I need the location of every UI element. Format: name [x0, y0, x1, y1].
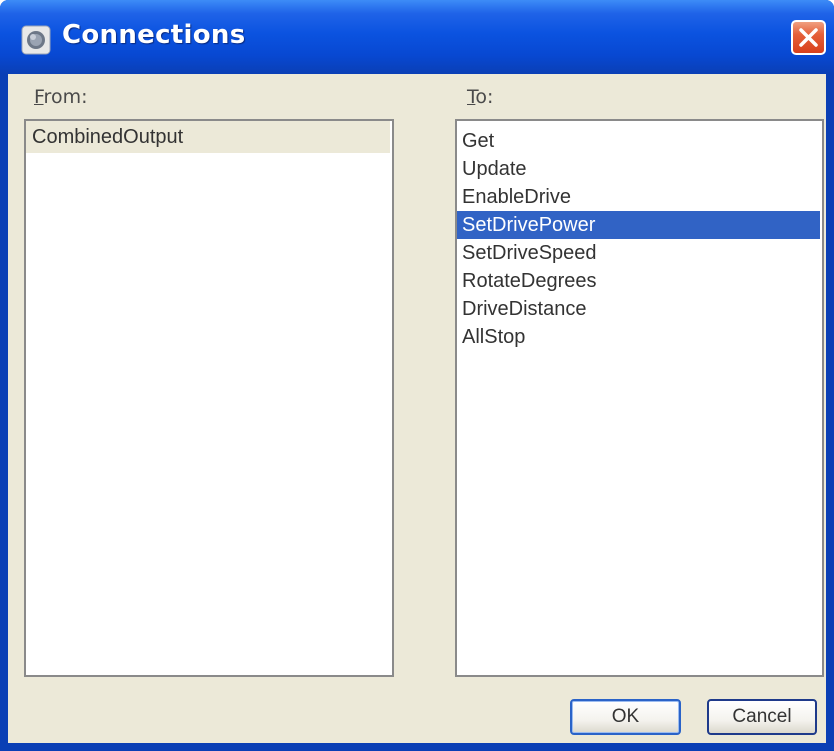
close-icon: [799, 28, 818, 47]
to-list-item-rotatedegrees[interactable]: RotateDegrees: [457, 267, 820, 295]
to-label: To:: [467, 86, 494, 108]
from-listbox[interactable]: CombinedOutput: [24, 119, 394, 677]
cancel-button[interactable]: Cancel: [707, 699, 817, 735]
from-label: From:: [34, 86, 88, 108]
from-list-item[interactable]: CombinedOutput: [26, 121, 390, 153]
ok-button[interactable]: OK: [570, 699, 681, 735]
window-title: Connections: [62, 20, 246, 50]
dialog-body: From: CombinedOutput To: Get Update Enab…: [8, 74, 826, 743]
to-listbox[interactable]: Get Update EnableDrive SetDrivePower Set…: [455, 119, 824, 677]
to-list-item-get[interactable]: Get: [457, 127, 820, 155]
to-list-item-drivedistance[interactable]: DriveDistance: [457, 295, 820, 323]
to-list-item-setdrivepower[interactable]: SetDrivePower: [457, 211, 820, 239]
to-list-item-enabledrive[interactable]: EnableDrive: [457, 183, 820, 211]
gear-icon: [21, 25, 51, 55]
title-bar[interactable]: Connections: [0, 0, 834, 74]
close-button[interactable]: [791, 20, 826, 55]
to-list-item-setdrivespeed[interactable]: SetDriveSpeed: [457, 239, 820, 267]
to-list-item-allstop[interactable]: AllStop: [457, 323, 820, 351]
connections-dialog: Connections From: CombinedOutput To: Get…: [0, 0, 834, 751]
to-list-item-update[interactable]: Update: [457, 155, 820, 183]
